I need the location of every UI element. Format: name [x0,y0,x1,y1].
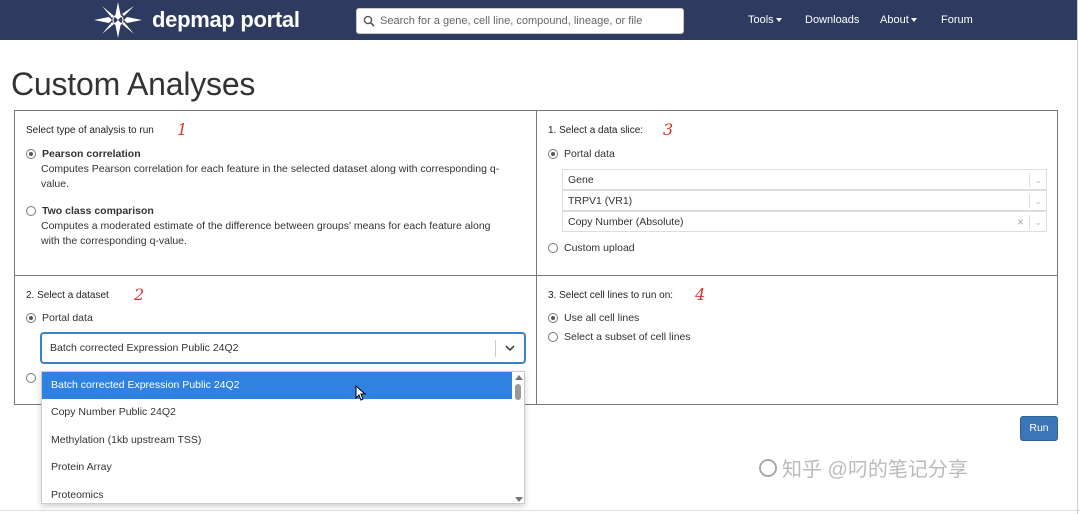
annotation-number: 2 [134,285,145,304]
global-search[interactable] [356,8,684,34]
two-class-description: Computes a moderated estimate of the dif… [41,220,491,247]
scroll-up-arrow-icon[interactable] [515,375,523,380]
slice-type-select[interactable]: Gene ⌄ [562,169,1047,190]
radio-all-cell-lines[interactable]: Use all cell lines [548,312,639,324]
right-divider [1077,0,1078,514]
pearson-description: Computes Pearson correlation for each fe… [41,163,500,190]
data-slice-title: 1. Select a data slice: [548,125,644,136]
slice-type-value: Gene [568,174,594,186]
nav-tools[interactable]: Tools [748,0,782,40]
radio-all-cell-lines-label: Use all cell lines [564,312,640,324]
watermark: 知乎 @叼的笔记分享 [758,453,968,482]
radio-subset-cell-lines[interactable]: Select a subset of cell lines [548,331,691,343]
dropdown-option[interactable]: Copy Number Public 24Q2 [42,399,514,426]
dropdown-option[interactable]: Methylation (1kb upstream TSS) [42,427,514,454]
radio-slice-portal-label: Portal data [564,148,615,160]
bottom-divider [0,510,1080,511]
radio-button[interactable] [548,332,558,342]
clear-icon[interactable]: × [1017,212,1024,232]
scroll-down-arrow-icon[interactable] [515,497,523,502]
divider [1029,215,1030,229]
dropdown-option[interactable]: Batch corrected Expression Public 24Q2 [42,372,514,399]
logo-text: depmap portal [152,7,300,32]
radio-pearson-label: Pearson correlation [42,148,141,160]
radio-button-checked[interactable] [26,149,36,159]
dropdown-scrollbar[interactable] [512,372,524,503]
nav-downloads-label: Downloads [805,14,860,26]
chevron-down-icon[interactable]: ⌄ [1034,212,1042,232]
zhihu-logo-icon [759,458,777,477]
search-icon [363,15,375,27]
radio-dataset-portal-label: Portal data [42,312,93,324]
radio-button-checked[interactable] [26,313,36,323]
caret-down-icon [910,18,917,23]
radio-pearson[interactable]: Pearson correlation [26,148,141,160]
compass-icon [94,2,142,38]
chevron-down-icon[interactable]: ⌄ [1034,191,1042,211]
radio-button-checked[interactable] [548,149,558,159]
scrollbar-thumb[interactable] [515,384,521,400]
chevron-down-icon[interactable] [504,341,516,355]
run-button[interactable]: Run [1020,416,1058,441]
radio-two-class-label: Two class comparison [42,205,154,217]
radio-slice-portal[interactable]: Portal data [548,148,615,160]
radio-slice-custom-label: Custom upload [564,242,635,254]
radio-subset-cell-lines-label: Select a subset of cell lines [564,331,691,343]
nav-tools-label: Tools [748,14,774,26]
top-navbar: depmap portal Tools Downloads About Foru… [0,0,1077,40]
nav-forum[interactable]: Forum [941,0,973,40]
radio-slice-custom[interactable]: Custom upload [548,242,635,254]
depmap-logo[interactable]: depmap portal [92,0,300,40]
slice-dataset-value: Copy Number (Absolute) [568,216,684,228]
slice-feature-value: TRPV1 (VR1) [568,195,633,207]
nav-forum-label: Forum [941,14,973,26]
nav-downloads[interactable]: Downloads [805,0,859,40]
search-input[interactable] [380,15,670,27]
chevron-down-icon[interactable]: ⌄ [1034,170,1042,190]
slice-dataset-select[interactable]: Copy Number (Absolute) × ⌄ [562,211,1047,232]
divider [1029,173,1030,187]
watermark-text: 知乎 @叼的笔记分享 [782,459,968,481]
radio-button[interactable] [26,206,36,216]
caret-down-icon [775,18,782,23]
annotation-number: 1 [177,120,188,139]
radio-button[interactable] [548,243,558,253]
slice-feature-select[interactable]: TRPV1 (VR1) ⌄ [562,190,1047,211]
nav-about[interactable]: About [880,0,917,40]
nav-about-label: About [880,14,909,26]
radio-button[interactable] [26,373,36,383]
dataset-select[interactable]: Batch corrected Expression Public 24Q2 [41,333,525,363]
radio-dataset-portal[interactable]: Portal data [26,312,93,324]
radio-two-class[interactable]: Two class comparison [26,205,154,217]
cell-lines-title: 3. Select cell lines to run on: [548,290,674,301]
dataset-select-value: Batch corrected Expression Public 24Q2 [50,342,239,354]
annotation-number: 3 [663,120,674,139]
page-title: Custom Analyses [11,66,256,102]
divider [495,340,496,357]
annotation-number: 4 [695,285,706,304]
mouse-cursor-icon [355,385,367,401]
dropdown-option[interactable]: Proteomics [42,482,514,503]
dropdown-option[interactable]: Protein Array [42,454,514,481]
dataset-title: 2. Select a dataset [26,290,109,301]
divider [1029,194,1030,208]
dataset-dropdown-menu: Batch corrected Expression Public 24Q2 C… [41,371,525,504]
analysis-type-title: Select type of analysis to run [26,125,154,136]
radio-button-checked[interactable] [548,313,558,323]
